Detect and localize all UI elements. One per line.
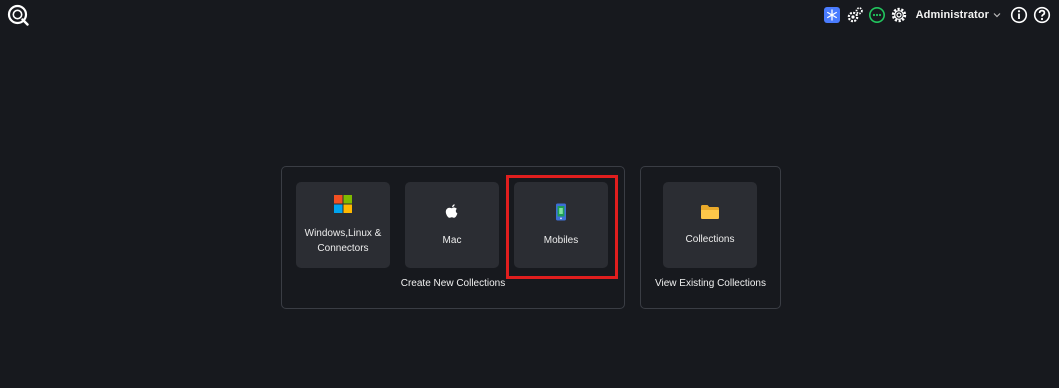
- top-toolbar: Administrator: [823, 5, 1051, 25]
- settings-gear-icon[interactable]: [890, 5, 908, 25]
- cogs-icon[interactable]: [846, 5, 864, 25]
- card-label: Collections: [685, 233, 735, 245]
- help-icon[interactable]: [1033, 5, 1051, 25]
- create-collections-caption: Create New Collections: [400, 278, 506, 289]
- view-collections-caption: View Existing Collections: [655, 278, 766, 289]
- snowflake-icon[interactable]: [823, 7, 840, 23]
- page: Administrator Windows,Linux & Connectors…: [0, 0, 1059, 388]
- windows-icon: [334, 194, 352, 218]
- create-collections-panel: Windows,Linux & Connectors Mac Mobiles C…: [281, 166, 625, 309]
- info-icon[interactable]: [1010, 5, 1028, 25]
- card-label: Mobiles: [543, 234, 579, 246]
- user-menu[interactable]: Administrator: [916, 9, 1001, 21]
- card-label: Windows,Linux & Connectors: [304, 227, 382, 254]
- folder-icon: [700, 204, 720, 225]
- chevron-down-icon: [993, 13, 1001, 18]
- apple-icon: [444, 203, 460, 226]
- app-logo-icon[interactable]: [7, 4, 29, 26]
- status-dots-icon[interactable]: [868, 5, 886, 25]
- mobile-phone-icon: [555, 203, 567, 226]
- card-label: Mac: [442, 234, 462, 246]
- windows-linux-connectors-card[interactable]: Windows,Linux & Connectors: [296, 182, 390, 268]
- mac-card[interactable]: Mac: [405, 182, 499, 268]
- collections-card[interactable]: Collections: [663, 182, 757, 268]
- mobiles-card[interactable]: Mobiles: [514, 182, 608, 268]
- user-name: Administrator: [915, 9, 989, 21]
- view-collections-panel: Collections View Existing Collections: [640, 166, 781, 309]
